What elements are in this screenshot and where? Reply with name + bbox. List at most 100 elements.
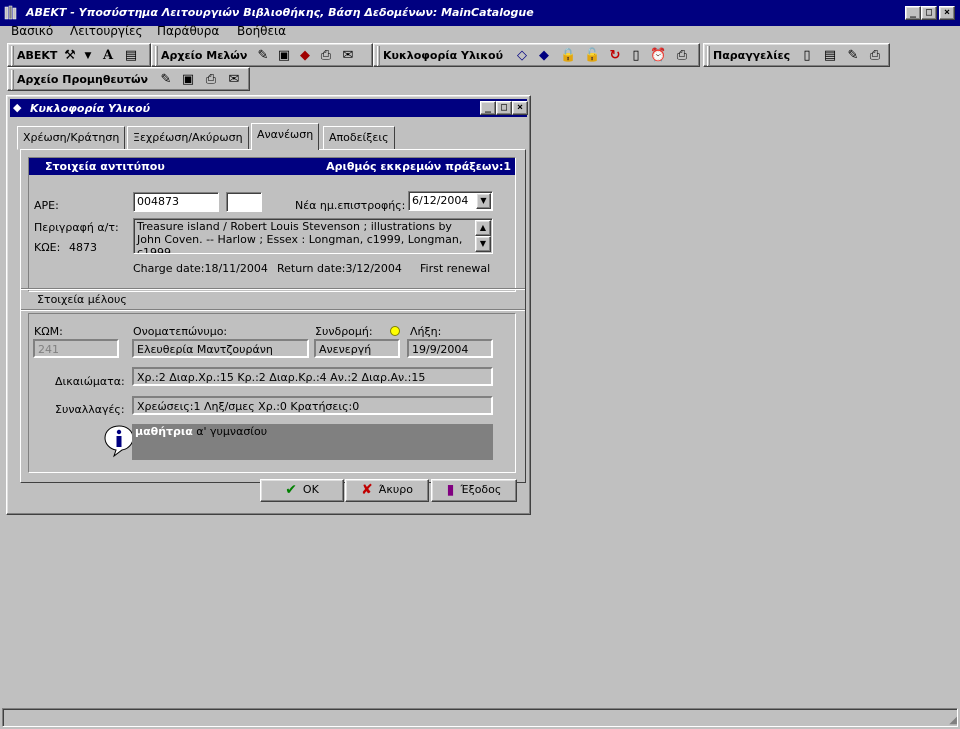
supplier-folders-icon[interactable]: ▣: [180, 72, 196, 88]
child-minimize-button[interactable]: _: [480, 101, 496, 115]
folders-icon[interactable]: ▣: [276, 48, 292, 64]
toolbar-members-label: Αρχείο Μελών: [161, 49, 248, 62]
exit-button[interactable]: ▮ Έξοδος: [431, 479, 517, 502]
renewal-panel: Στοιχεία αντιτύπου Αριθμός εκκρεμών πράξ…: [20, 149, 526, 483]
circulation-window: ◆ Κυκλοφορία Υλικού _ □ × Χρέωση/Κράτηση…: [6, 95, 531, 515]
eraser-icon[interactable]: ◆: [297, 48, 313, 64]
order-list-icon[interactable]: ▤: [822, 48, 838, 64]
subscription-field: Ανενεργή: [314, 339, 400, 358]
ape-label: ΑΡΕ:: [34, 199, 59, 212]
dropdown-arrow-icon[interactable]: ▼: [80, 48, 96, 64]
transactions-field: Χρεώσεις:1 Ληξ/σμες Χρ.:0 Κρατήσεις:0: [132, 396, 493, 415]
resize-grip-icon[interactable]: ◢: [949, 715, 957, 726]
app-title: ΑΒΕΚΤ - Υποσύστημα Λειτουργιών Βιβλιοθήκ…: [26, 6, 534, 19]
description-text: Treasure island / Robert Louis Stevenson…: [137, 220, 463, 254]
renew-icon[interactable]: ↻: [607, 48, 623, 64]
envelope-icon[interactable]: ✉: [340, 48, 356, 64]
edit-supplier-icon[interactable]: ✎: [158, 72, 174, 88]
exit-door-icon: ▮: [446, 482, 455, 498]
charge-date: Charge date:18/11/2004: [133, 262, 268, 275]
tab-discharge-cancel[interactable]: Ξεχρέωση/Ακύρωση: [127, 126, 249, 150]
rights-label: Δικαιώματα:: [55, 375, 125, 388]
edit-member-icon[interactable]: ✎: [255, 48, 271, 64]
copy-details-header: Στοιχεία αντιτύπου Αριθμός εκκρεμών πράξ…: [29, 158, 515, 175]
toolbar-circulation: Κυκλοφορία Υλικού ◇ ◆ 🔒 🔓 ↻ ▯ ⏰ ⎙: [373, 43, 700, 67]
menu-functions[interactable]: Λειτουργίες: [70, 24, 143, 38]
member-note-rest: α' γυμνασίου: [192, 425, 268, 438]
alarm-clock-icon[interactable]: ⏰: [650, 48, 666, 64]
subscription-status-icon: [390, 326, 400, 336]
font-icon[interactable]: A: [100, 48, 116, 64]
date-dropdown-icon[interactable]: ▼: [476, 193, 491, 209]
book-open-icon[interactable]: ◇: [514, 48, 530, 64]
koe-label: ΚΩΕ:: [34, 241, 61, 254]
toolbar-circulation-label: Κυκλοφορία Υλικού: [383, 49, 504, 62]
scroll-down-icon[interactable]: ▼: [475, 236, 491, 252]
toolbar-abekt: ΑΒΕΚΤ ⚒ ▼ A ▤: [7, 43, 151, 67]
book-blue-icon[interactable]: ◆: [536, 48, 552, 64]
name-field: Ελευθερία Μαντζουράνη: [132, 339, 309, 358]
order-edit-icon[interactable]: ✎: [845, 48, 861, 64]
tools-icon[interactable]: ⚒: [62, 48, 78, 64]
checkmark-icon: ✔: [285, 482, 297, 498]
dictionary-icon[interactable]: ▤: [123, 48, 139, 64]
child-close-button[interactable]: ×: [512, 101, 528, 115]
unlock-icon[interactable]: 🔓: [584, 48, 600, 64]
toolbar-members: Αρχείο Μελών ✎ ▣ ◆ ⎙ ✉: [151, 43, 373, 67]
ape-input[interactable]: 004873: [133, 192, 219, 212]
lock-icon[interactable]: 🔒: [560, 48, 576, 64]
circulation-window-title: Κυκλοφορία Υλικού: [30, 102, 151, 115]
new-return-date-value: 6/12/2004: [412, 194, 469, 207]
pending-actions: Αριθμός εκκρεμών πράξεων:1: [326, 160, 511, 173]
toolbar-abekt-label: ΑΒΕΚΤ: [17, 49, 58, 62]
menu-bar: Βασικό Λειτουργίες Παράθυρα Βοήθεια: [0, 23, 960, 42]
copy-details-title: Στοιχεία αντιτύπου: [45, 160, 165, 173]
toolbar-orders-label: Παραγγελίες: [713, 49, 791, 62]
print-circulation-icon[interactable]: ⎙: [674, 48, 690, 64]
status-bar: ◢: [2, 708, 958, 727]
new-order-icon[interactable]: ▯: [799, 48, 815, 64]
tab-charge-reserve[interactable]: Χρέωση/Κράτηση: [17, 126, 126, 150]
tab-renewal[interactable]: Ανανέωση: [251, 123, 320, 150]
menu-windows[interactable]: Παράθυρα: [157, 24, 219, 38]
menu-basic[interactable]: Βασικό: [11, 24, 53, 38]
print-suppliers-icon[interactable]: ⎙: [203, 72, 219, 88]
toolbar-suppliers-label: Αρχείο Προμηθευτών: [17, 73, 149, 86]
maximize-button[interactable]: □: [921, 6, 937, 20]
ape-extra-input[interactable]: [226, 192, 262, 212]
return-date: Return date:3/12/2004: [277, 262, 402, 275]
toolbar-orders: Παραγγελίες ▯ ▤ ✎ ⎙: [703, 43, 890, 67]
books-icon: [4, 5, 17, 20]
ok-button[interactable]: ✔ OK: [260, 479, 344, 502]
menu-help[interactable]: Βοήθεια: [237, 24, 286, 38]
tab-receipts[interactable]: Αποδείξεις: [323, 126, 395, 150]
toolbar-suppliers: Αρχείο Προμηθευτών ✎ ▣ ⎙ ✉: [7, 67, 250, 91]
rights-field: Χρ.:2 Διαρ.Χρ.:15 Κρ.:2 Διαρ.Κρ.:4 Αν.:2…: [132, 367, 493, 386]
child-maximize-button[interactable]: □: [496, 101, 512, 115]
scroll-up-icon[interactable]: ▲: [475, 220, 491, 236]
document-icon[interactable]: ▯: [628, 48, 644, 64]
subscription-label: Συνδρομή:: [315, 325, 373, 338]
book-window-icon: ◆: [13, 101, 22, 114]
cross-icon: ✘: [361, 482, 373, 498]
minimize-button[interactable]: _: [905, 6, 921, 20]
circulation-window-title-bar: ◆ Κυκλοφορία Υλικού _ □ ×: [10, 99, 528, 117]
new-return-date-picker[interactable]: 6/12/2004 ▼: [408, 191, 493, 211]
expiry-label: Λήξη:: [410, 325, 442, 338]
info-icon: [104, 425, 134, 458]
member-note: μαθήτρια α' γυμνασίου: [132, 424, 493, 460]
kom-label: ΚΩΜ:: [34, 325, 63, 338]
print-orders-icon[interactable]: ⎙: [867, 48, 883, 64]
print-members-icon[interactable]: ⎙: [318, 48, 334, 64]
name-label: Ονοματεπώνυμο:: [133, 325, 228, 338]
supplier-envelope-icon[interactable]: ✉: [226, 72, 242, 88]
description-label: Περιγραφή α/τ:: [34, 221, 119, 234]
koe-value: 4873: [69, 241, 97, 254]
close-button[interactable]: ×: [939, 6, 955, 20]
new-return-date-label: Νέα ημ.επιστροφής:: [295, 199, 406, 212]
description-box[interactable]: Treasure island / Robert Louis Stevenson…: [133, 218, 493, 254]
member-details-title: Στοιχεία μέλους: [37, 293, 127, 306]
member-note-bold: μαθήτρια: [135, 425, 193, 438]
cancel-button[interactable]: ✘ Άκυρο: [345, 479, 429, 502]
renewal-count: First renewal: [420, 262, 491, 275]
